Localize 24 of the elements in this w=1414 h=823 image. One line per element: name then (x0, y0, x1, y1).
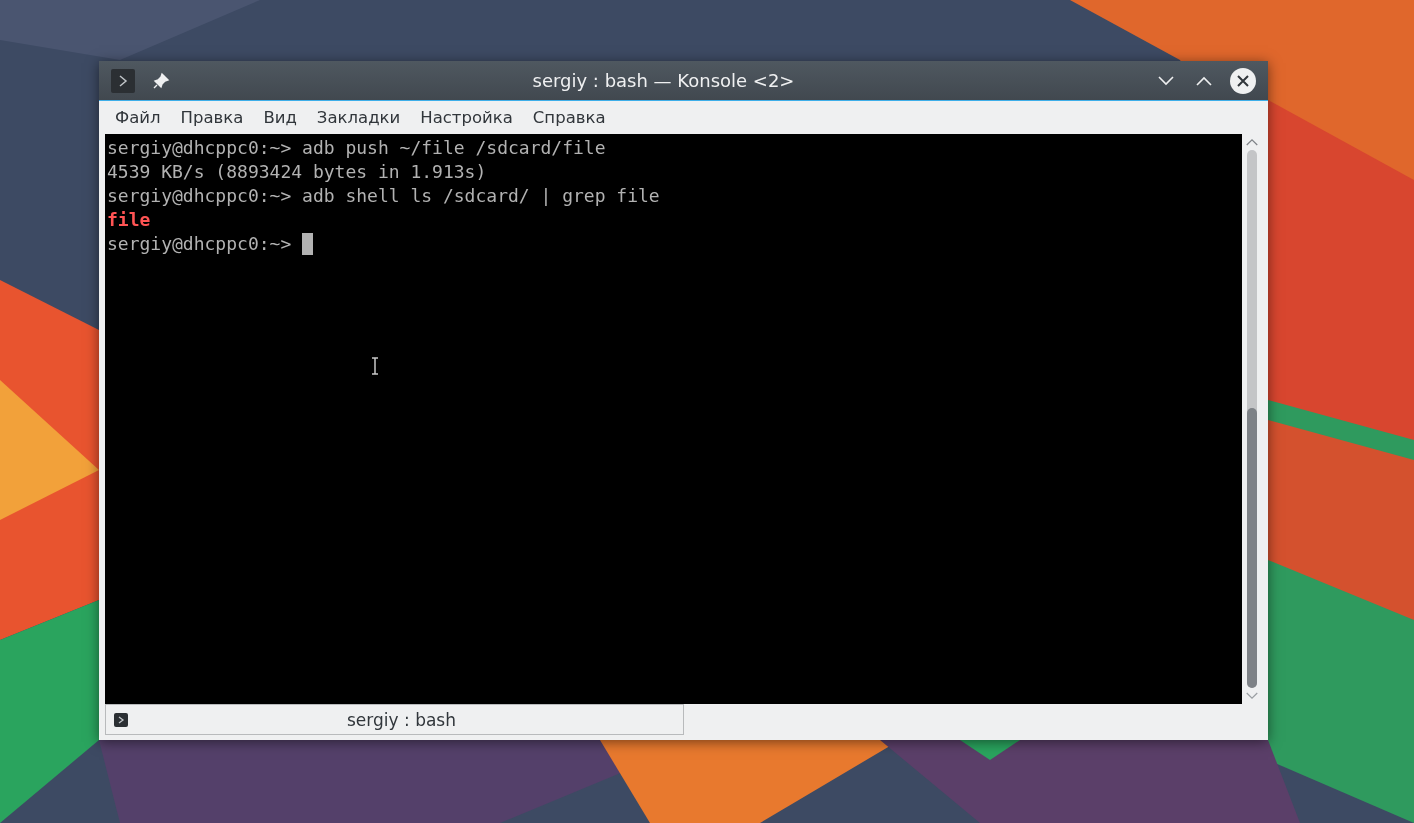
terminal-app-icon[interactable] (111, 68, 135, 93)
menu-item[interactable]: Закладки (306, 108, 411, 127)
scrollbar-thumb[interactable] (1247, 408, 1257, 688)
menu-item[interactable]: Справка (522, 108, 616, 127)
menu-item[interactable]: Правка (170, 108, 254, 127)
terminal-line: 4539 KB/s (8893424 bytes in 1.913s) (107, 160, 487, 184)
chevron-down-icon (1158, 75, 1174, 86)
terminal-area[interactable]: sergiy@dhcppc0:~> adb push ~/file /sdcard/file 4539 KB/s (8893424 bytes in 1.913s) sergiy@dhcppc0:~> adb shell ls /sdcard/ | grep file file sergiy@dhcppc0:~> (105, 134, 1242, 704)
session-tab[interactable]: sergiy : bash (105, 704, 684, 735)
close-icon (1236, 73, 1250, 88)
menu-item[interactable]: Вид (253, 108, 307, 127)
window-title: sergiy : bash — Konsole <2> (531, 70, 796, 91)
text-cursor (302, 233, 314, 255)
menu-item[interactable]: Настройка (410, 108, 523, 127)
terminal-line: file (107, 208, 151, 232)
text-select-pointer-icon (371, 357, 379, 375)
close-button[interactable] (1230, 67, 1256, 94)
terminal-line: sergiy@dhcppc0:~> adb shell ls /sdcard/ | grep file (107, 184, 660, 208)
terminal-prompt: sergiy@dhcppc0:~> (107, 232, 292, 256)
chevron-up-icon (1196, 75, 1212, 86)
menu-item[interactable]: Файл (105, 108, 171, 127)
terminal-line: sergiy@dhcppc0:~> adb push ~/file /sdcard/file (107, 136, 606, 160)
terminal-icon (114, 712, 128, 727)
scroll-up-icon[interactable] (1246, 138, 1258, 146)
